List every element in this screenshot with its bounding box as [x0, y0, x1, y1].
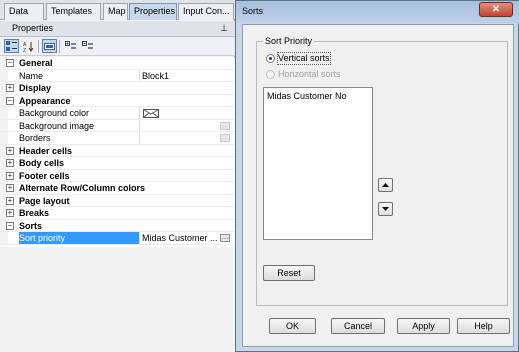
envelope-icon	[143, 109, 159, 118]
apply-button[interactable]: Apply	[397, 318, 450, 334]
toolbar-separator	[38, 40, 39, 53]
property-label: Background image	[19, 119, 140, 131]
category-display[interactable]: + Display	[0, 82, 235, 95]
property-borders[interactable]: Borders …	[0, 132, 235, 145]
move-down-button[interactable]	[378, 202, 393, 216]
vertical-sorts-radio[interactable]	[266, 54, 275, 63]
sort-list[interactable]: Midas Customer No	[263, 87, 373, 240]
category-label: Alternate Row/Column colors	[19, 183, 146, 193]
category-label: Sorts	[19, 220, 43, 231]
properties-toolbar: A Z	[0, 37, 235, 56]
property-background-image[interactable]: Background image …	[0, 119, 235, 132]
property-label: Name	[19, 69, 140, 81]
category-label: Footer cells	[19, 170, 70, 181]
collapse-toggle[interactable]: −	[6, 96, 14, 105]
property-name[interactable]: Name Block1	[0, 69, 235, 82]
property-label: Borders	[19, 132, 140, 144]
dialog-title-bar[interactable]: Sorts ✕	[236, 1, 519, 23]
move-up-button[interactable]	[378, 178, 393, 192]
property-label: Background color	[19, 107, 140, 119]
expand-icon	[65, 41, 76, 49]
category-label: Display	[19, 83, 52, 93]
help-button[interactable]: Help	[457, 318, 510, 334]
property-pages-icon	[44, 43, 55, 50]
collapse-toggle[interactable]: −	[6, 59, 14, 67]
property-value[interactable]: Block1	[142, 70, 218, 82]
category-header-cells[interactable]: + Header cells	[0, 144, 235, 157]
category-breaks[interactable]: + Breaks	[0, 207, 235, 220]
property-grid: − General Name Block1 + Display − Appear…	[0, 57, 235, 247]
ok-button[interactable]: OK	[269, 318, 316, 334]
tab-properties[interactable]: Properties	[129, 3, 177, 20]
property-background-color[interactable]: Background color	[0, 107, 235, 120]
property-pages-button[interactable]	[42, 39, 57, 53]
category-alternate-colors[interactable]: + Alternate Row/Column colors	[0, 182, 235, 195]
tab-input-controls[interactable]: Input Con...	[178, 3, 234, 20]
category-body-cells[interactable]: + Body cells	[0, 157, 235, 170]
vertical-sorts-label[interactable]: Vertical sorts	[277, 52, 331, 65]
categorized-icon	[6, 41, 17, 51]
tab-data[interactable]: Data	[4, 3, 44, 20]
property-grid-empty-area	[0, 247, 235, 352]
collapse-icon	[82, 41, 93, 49]
group-label: Sort Priority	[263, 36, 315, 47]
category-label: Page layout	[19, 195, 70, 206]
panel-title: Properties	[0, 21, 235, 37]
expand-toggle[interactable]: +	[6, 159, 14, 167]
category-appearance[interactable]: − Appearance	[0, 94, 235, 107]
category-footer-cells[interactable]: + Footer cells	[0, 169, 235, 182]
collapse-all-button[interactable]	[80, 39, 95, 53]
alphabetical-view-button[interactable]: A Z	[21, 39, 36, 53]
toolbar-separator	[59, 40, 60, 53]
categorized-view-button[interactable]	[4, 39, 19, 53]
ellipsis-button[interactable]: …	[220, 121, 230, 130]
category-general[interactable]: − General	[0, 57, 235, 70]
expand-toggle[interactable]: +	[6, 209, 14, 217]
sorts-dialog: Sorts ✕ Sort Priority Vertical sorts Hor…	[235, 0, 519, 352]
expand-all-button[interactable]	[63, 39, 78, 53]
sort-az-icon: A Z	[23, 42, 34, 52]
tab-strip: Data Templates Map Properties Input Con.…	[0, 0, 235, 20]
property-sort-priority[interactable]: Sort priority Midas Customer ... …	[0, 232, 235, 245]
category-label: Breaks	[19, 208, 50, 218]
expand-toggle[interactable]: +	[6, 196, 14, 205]
expand-toggle[interactable]: +	[6, 171, 14, 180]
category-label: General	[19, 58, 53, 68]
reset-button[interactable]: Reset	[263, 265, 315, 281]
arrow-up-icon	[382, 183, 389, 187]
tab-templates[interactable]: Templates	[46, 3, 101, 20]
arrow-down-icon	[382, 207, 389, 211]
expand-toggle[interactable]: +	[6, 184, 14, 192]
horizontal-sorts-radio	[266, 70, 275, 79]
close-button[interactable]: ✕	[479, 2, 513, 17]
cancel-button[interactable]: Cancel	[331, 318, 385, 334]
svg-text:Z: Z	[23, 48, 26, 52]
collapse-toggle[interactable]: −	[6, 221, 14, 230]
expand-toggle[interactable]: +	[6, 146, 14, 155]
ellipsis-button[interactable]: …	[220, 134, 230, 142]
tab-map[interactable]: Map	[103, 3, 128, 20]
property-value[interactable]: Midas Customer ...	[142, 232, 218, 244]
category-label: Appearance	[19, 95, 71, 106]
horizontal-sorts-label: Horizontal sorts	[278, 69, 341, 79]
pin-icon[interactable]: ⊥	[219, 23, 229, 33]
ellipsis-button[interactable]: …	[220, 234, 230, 242]
category-label: Header cells	[19, 145, 73, 156]
properties-pane: Data Templates Map Properties Input Con.…	[0, 0, 235, 352]
dialog-body: Sort Priority Vertical sorts Horizontal …	[242, 24, 514, 347]
list-item[interactable]: Midas Customer No	[267, 91, 347, 102]
category-label: Body cells	[19, 158, 65, 168]
property-label: Sort priority	[19, 232, 140, 244]
dialog-title: Sorts	[242, 6, 264, 16]
expand-toggle[interactable]: +	[6, 84, 14, 92]
category-sorts[interactable]: − Sorts	[0, 219, 235, 232]
category-page-layout[interactable]: + Page layout	[0, 194, 235, 207]
sort-priority-group: Sort Priority Vertical sorts Horizontal …	[256, 36, 508, 306]
